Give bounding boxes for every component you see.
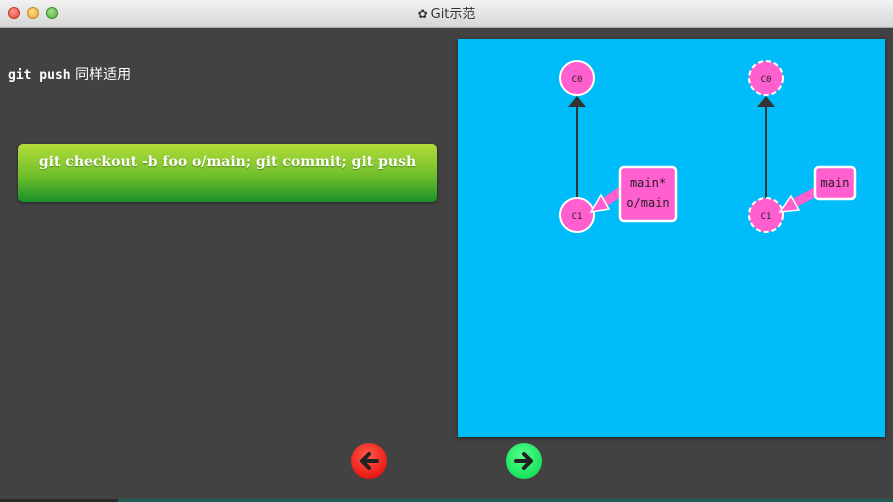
previous-step-button[interactable] (351, 443, 387, 479)
arrow-right-icon (514, 452, 533, 470)
local-commit-c0-label: C0 (572, 75, 583, 85)
window-title-text: Git示范 (430, 7, 476, 22)
local-edge-arrowhead (568, 96, 586, 107)
instruction-text: git push 同样适用 (8, 64, 131, 84)
instruction-rest: 同样适用 (75, 67, 132, 83)
remote-branch-main: main (821, 176, 850, 190)
local-branch-main: main* (630, 176, 666, 190)
remote-commit-c0-label: C0 (761, 75, 772, 85)
remote-edge-arrowhead (757, 96, 775, 107)
remote-commit-c1-label: C1 (761, 212, 772, 222)
remote-repo: C0 C1 main (748, 60, 857, 233)
local-commit-c1-label: C1 (572, 212, 583, 222)
git-graph: C0 C1 main* o/main C0 C1 main (559, 60, 857, 233)
git-visualization-canvas: C0 C1 main* o/main C0 C1 main (458, 39, 885, 437)
instruction-code: git push (8, 68, 71, 83)
next-step-button[interactable] (506, 443, 542, 479)
local-repo: C0 C1 main* o/main (559, 60, 678, 233)
window-titlebar: ✿ Git示范 (0, 0, 893, 28)
run-command-button[interactable]: git checkout -b foo o/main; git commit; … (18, 144, 437, 202)
gear-icon: ✿ (417, 7, 428, 21)
arrow-left-icon (360, 452, 379, 470)
local-branch-o-main: o/main (626, 196, 669, 210)
window-title: ✿ Git示范 (0, 0, 893, 28)
